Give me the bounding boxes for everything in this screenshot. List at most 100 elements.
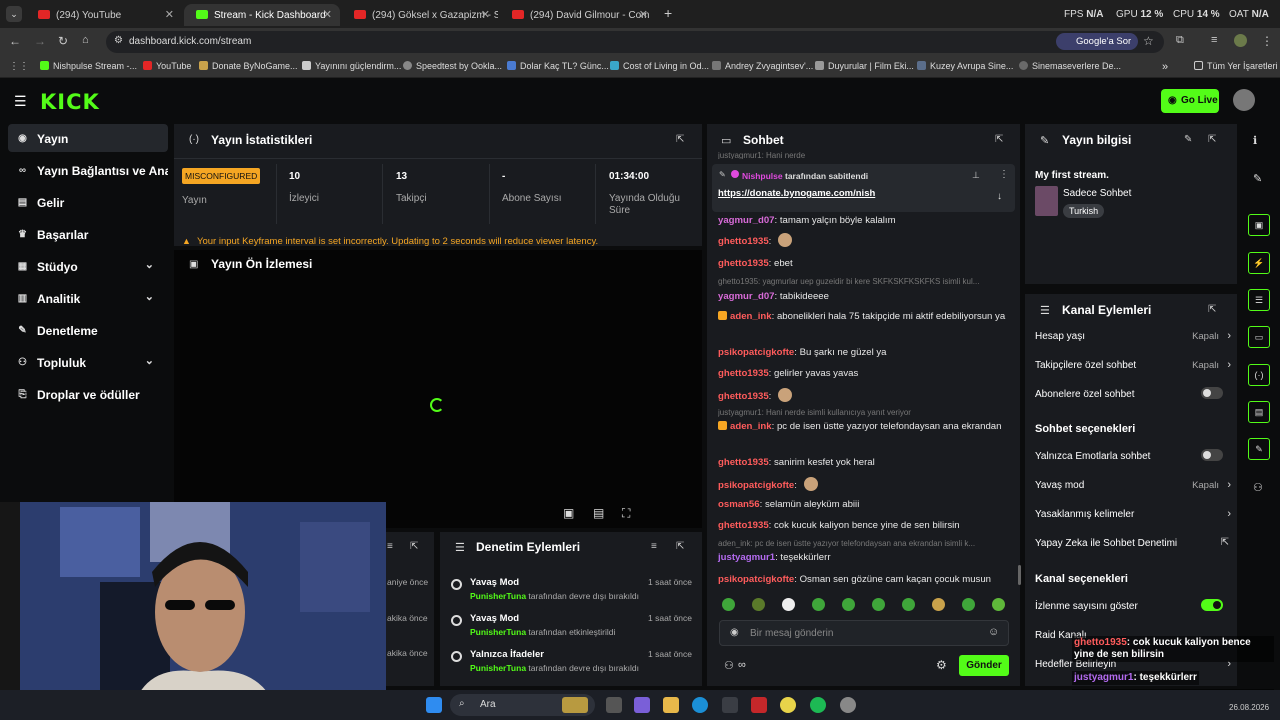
- site-info-icon[interactable]: ⚙: [114, 35, 123, 46]
- chat-username[interactable]: ghetto1935: [718, 236, 769, 247]
- forward-icon[interactable]: →: [34, 34, 46, 48]
- sidebar-item-7[interactable]: ✎ Denetleme: [8, 316, 168, 344]
- emote-icon[interactable]: [782, 598, 795, 611]
- rail-broadcast-icon[interactable]: (·): [1248, 364, 1270, 386]
- bookmark-item[interactable]: Andrey Zvyagintsev'...: [712, 61, 813, 71]
- tab-youtube-music[interactable]: (294) Göksel x Gazapizm - Sen ✕: [342, 4, 498, 26]
- popout-icon[interactable]: ⇱: [995, 134, 1003, 145]
- home-icon[interactable]: ⌂: [82, 34, 89, 46]
- bookmark-item[interactable]: Kuzey Avrupa Sine...: [917, 61, 1013, 71]
- edge-icon[interactable]: [692, 697, 708, 713]
- toggle-switch[interactable]: [1201, 449, 1223, 461]
- chat-scrollbar[interactable]: [1018, 565, 1021, 585]
- more-bookmarks-icon[interactable]: »: [1162, 61, 1168, 73]
- chat-username[interactable]: justyagmur1: [718, 552, 775, 563]
- more-options-icon[interactable]: ⋮: [999, 169, 1009, 180]
- chevron-down-icon[interactable]: ⌄: [145, 290, 154, 303]
- chat-username[interactable]: psikopatcigkofte: [718, 574, 794, 585]
- mod-action-user[interactable]: PunisherTuna: [470, 663, 526, 673]
- chat-username[interactable]: ghetto1935: [718, 457, 769, 468]
- users-icon[interactable]: ⚇: [1253, 481, 1263, 494]
- channel-option-row[interactable]: Yavaş mod Kapalı ›: [1035, 479, 1231, 491]
- new-tab-icon[interactable]: +: [664, 5, 672, 21]
- emote-icon[interactable]: [902, 598, 915, 611]
- chat-username[interactable]: yagmur_d07: [718, 215, 775, 226]
- channel-option-row[interactable]: Abonelere özel sohbet: [1035, 387, 1225, 400]
- kick-logo[interactable]: KICK: [40, 90, 100, 114]
- sidebar-item-6[interactable]: ▥ Analitik ⌄: [8, 284, 168, 312]
- channel-option-row[interactable]: Yasaklanmış kelimeler ›: [1035, 508, 1231, 520]
- emote-icon[interactable]: [962, 598, 975, 611]
- settings-gear-icon[interactable]: ⚙: [936, 658, 947, 672]
- close-icon[interactable]: ✕: [165, 8, 174, 21]
- copilot-icon[interactable]: [634, 697, 650, 713]
- tab-youtube-gilmour[interactable]: (294) David Gilmour - Com ✕: [500, 4, 656, 26]
- chevron-down-icon[interactable]: ⌄: [145, 354, 154, 367]
- filter-icon[interactable]: ≡: [651, 541, 657, 552]
- bookmark-item[interactable]: Dolar Kaç TL? Günc...: [507, 61, 609, 71]
- mod-action-user[interactable]: PunisherTuna: [470, 591, 526, 601]
- close-icon[interactable]: ✕: [481, 8, 490, 21]
- rail-list-icon[interactable]: ☰: [1248, 289, 1270, 311]
- edit-icon[interactable]: ✎: [1184, 134, 1192, 145]
- emote-icon[interactable]: [752, 598, 765, 611]
- mod-action-user[interactable]: PunisherTuna: [470, 627, 526, 637]
- chat-username[interactable]: yagmur_d07: [718, 291, 775, 302]
- chat-username[interactable]: aden_ink: [730, 311, 772, 322]
- chat-username[interactable]: aden_ink: [730, 421, 772, 432]
- emote-icon[interactable]: [812, 598, 825, 611]
- chrome-icon[interactable]: [780, 697, 796, 713]
- extensions-icon[interactable]: ⧉: [1176, 34, 1184, 47]
- bookmark-item[interactable]: Speedtest by Ookla...: [403, 61, 502, 71]
- theater-icon[interactable]: ▣: [563, 506, 574, 520]
- sidebar-item-4[interactable]: ♛ Başarılar: [8, 220, 168, 248]
- windows-start-icon[interactable]: [426, 697, 442, 713]
- chat-username[interactable]: ghetto1935: [718, 258, 769, 269]
- emoji-icon[interactable]: ☺: [988, 626, 999, 638]
- bookmark-item[interactable]: Nishpulse Stream -...: [40, 61, 137, 71]
- taskbar-search[interactable]: ⌕ Ara: [450, 694, 595, 716]
- reload-icon[interactable]: ↻: [58, 34, 68, 48]
- popout-icon[interactable]: ⇱: [676, 134, 684, 145]
- red-app-icon[interactable]: [751, 697, 767, 713]
- media-icon[interactable]: ≡: [1211, 34, 1217, 46]
- rail-bolt-icon[interactable]: ⚡: [1248, 252, 1270, 274]
- popout-icon[interactable]: ⇱: [1208, 134, 1216, 145]
- unpin-icon[interactable]: ⊥: [972, 170, 980, 181]
- rail-chat-icon[interactable]: ▭: [1248, 326, 1270, 348]
- emote-icon[interactable]: [842, 598, 855, 611]
- back-icon[interactable]: ←: [9, 34, 21, 48]
- chat-username[interactable]: osman56: [718, 499, 760, 510]
- channel-option-row[interactable]: Yapay Zeka ile Sohbet Denetimi ⇱: [1035, 537, 1229, 549]
- toggle-switch[interactable]: [1201, 387, 1223, 399]
- bookmark-item[interactable]: Yayınını güçlendirm...: [302, 61, 401, 71]
- chat-username[interactable]: psikopatcigkofte: [718, 480, 794, 491]
- task-view-icon[interactable]: [606, 697, 622, 713]
- clip-icon[interactable]: ▤: [593, 506, 604, 520]
- popout-icon[interactable]: ⇱: [676, 541, 684, 552]
- pencil-icon[interactable]: ✎: [1253, 172, 1262, 185]
- store-icon[interactable]: [722, 697, 738, 713]
- chat-users-icon[interactable]: ⚇: [724, 659, 734, 672]
- toggle-switch[interactable]: [1201, 599, 1223, 611]
- chat-username[interactable]: ghetto1935: [718, 391, 769, 402]
- channel-option-row[interactable]: Yalnızca Emotlarla sohbet: [1035, 449, 1225, 462]
- channel-option-row[interactable]: Takipçilere özel sohbet Kapalı ›: [1035, 359, 1231, 371]
- rail-wrench-icon[interactable]: ✎: [1248, 438, 1270, 460]
- pinned-link[interactable]: https://donate.bynogame.com/nish: [718, 188, 875, 199]
- bookmark-item[interactable]: Donate ByNoGame...: [199, 61, 298, 71]
- file-explorer-icon[interactable]: [663, 697, 679, 713]
- spotify-icon[interactable]: [810, 697, 826, 713]
- sidebar-item-1[interactable]: ◉ Yayın: [8, 124, 168, 152]
- hamburger-menu-icon[interactable]: ☰: [14, 93, 27, 110]
- bookmark-item[interactable]: Sinemaseverlere De...: [1019, 61, 1121, 71]
- url-field[interactable]: ⚙ dashboard.kick.com/stream Google'a Sor…: [106, 31, 1164, 53]
- chat-username[interactable]: ghetto1935: [718, 368, 769, 379]
- google-sor-button[interactable]: Google'a Sor: [1056, 33, 1138, 50]
- emote-icon[interactable]: [932, 598, 945, 611]
- chat-input[interactable]: ◉ Bir mesaj gönderin ☺: [719, 620, 1009, 646]
- apps-icon[interactable]: ⋮⋮: [9, 61, 29, 72]
- channel-option-row[interactable]: İzlenme sayısını göster: [1035, 599, 1225, 612]
- expand-down-icon[interactable]: ↓: [997, 191, 1002, 202]
- tab-search-icon[interactable]: ⌄: [6, 6, 22, 22]
